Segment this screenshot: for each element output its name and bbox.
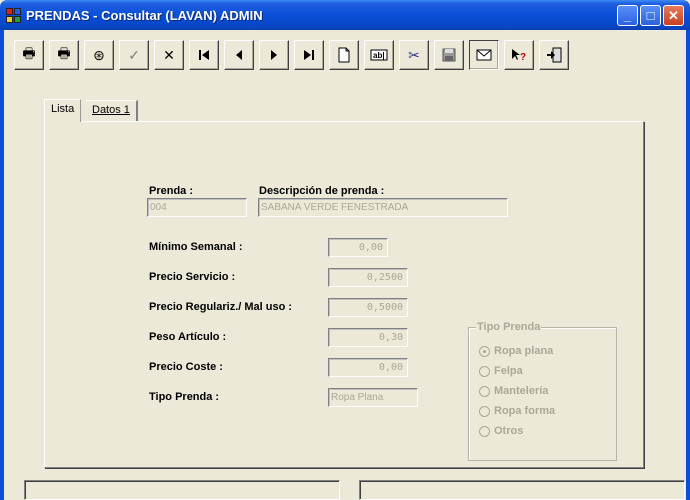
- radio-ropa-plana-label: Ropa plana: [494, 345, 554, 357]
- next-record-button[interactable]: [259, 40, 289, 70]
- search-button[interactable]: ⊛: [84, 40, 114, 70]
- svg-text:?: ?: [520, 52, 526, 63]
- next-record-icon: [271, 50, 277, 60]
- radio-manteleria-label: Mantelería: [494, 385, 549, 397]
- precio-coste-field[interactable]: 0,00: [328, 358, 408, 377]
- prenda-label: Prenda :: [149, 185, 194, 197]
- minimize-button[interactable]: _: [617, 5, 638, 26]
- exit-icon: [547, 47, 562, 63]
- svg-text:ab|: ab|: [373, 51, 385, 60]
- minimo-semanal-field[interactable]: 0,00: [328, 238, 388, 257]
- new-document-icon: [338, 47, 350, 63]
- window-frame-left: [0, 30, 4, 500]
- previous-record-icon: [236, 50, 242, 60]
- tab-datos-1-label: Datos 1: [92, 104, 130, 116]
- maximize-icon: □: [646, 8, 655, 23]
- mail-icon: [476, 49, 492, 61]
- last-record-button[interactable]: [294, 40, 324, 70]
- precio-servicio-field[interactable]: 0,2500: [328, 268, 408, 287]
- descripcion-field[interactable]: SABANA VERDE FENESTRADA: [258, 198, 508, 217]
- radio-felpa-label: Felpa: [494, 365, 523, 377]
- accept-button[interactable]: ✓: [119, 40, 149, 70]
- scissors-icon: ✂: [408, 46, 420, 63]
- peso-articulo-label: Peso Artículo :: [149, 331, 227, 343]
- binoculars-icon: ⊛: [93, 46, 105, 63]
- last-record-icon: [304, 50, 314, 60]
- edit-field-icon: ab|: [370, 49, 388, 61]
- tab-lista[interactable]: Lista: [44, 99, 82, 122]
- radio-icon: [479, 426, 490, 437]
- tipo-prenda-group-title: Tipo Prenda: [476, 321, 542, 333]
- tipo-prenda-label: Tipo Prenda :: [149, 391, 220, 403]
- tipo-prenda-field[interactable]: Ropa Plana: [328, 388, 418, 407]
- tab-lista-label: Lista: [51, 103, 75, 115]
- app-icon[interactable]: [6, 8, 22, 24]
- precio-regulariz-label: Precio Regulariz./ Mal uso :: [149, 301, 293, 313]
- save-button[interactable]: [434, 40, 464, 70]
- precio-coste-label: Precio Coste :: [149, 361, 223, 373]
- previous-record-button[interactable]: [224, 40, 254, 70]
- cut-button[interactable]: ✂: [399, 40, 429, 70]
- print-button[interactable]: 🖶: [14, 40, 44, 70]
- print-preview-icon: 🖶: [57, 45, 71, 61]
- save-icon: [442, 48, 456, 62]
- minimize-icon: _: [623, 8, 632, 23]
- check-icon: ✓: [128, 46, 140, 63]
- cancel-icon: ✕: [163, 46, 175, 63]
- tab-datos-1[interactable]: Datos 1: [86, 100, 138, 121]
- close-button[interactable]: ✕: [663, 5, 684, 26]
- first-record-icon: [199, 50, 209, 60]
- peso-articulo-field[interactable]: 0,30: [328, 328, 408, 347]
- minimo-semanal-label: Mínimo Semanal :: [149, 241, 243, 253]
- radio-icon: [479, 386, 490, 397]
- first-record-button[interactable]: [189, 40, 219, 70]
- cancel-button[interactable]: ✕: [154, 40, 184, 70]
- exit-button[interactable]: [539, 40, 569, 70]
- window-frame-right: [686, 30, 690, 500]
- print-icon: 🖶: [22, 45, 36, 61]
- close-icon: ✕: [668, 8, 679, 23]
- prenda-field[interactable]: 004: [147, 198, 247, 217]
- radio-ropa-forma-label: Ropa forma: [494, 405, 556, 417]
- new-record-button[interactable]: [329, 40, 359, 70]
- window-title: PRENDAS - Consultar (LAVAN) ADMIN: [26, 8, 263, 23]
- edit-field-button[interactable]: ab|: [364, 40, 394, 70]
- status-panel-left: [24, 480, 340, 500]
- radio-selected-icon: [479, 346, 490, 357]
- descripcion-label: Descripción de prenda :: [259, 185, 385, 197]
- radio-icon: [479, 366, 490, 377]
- print-preview-button[interactable]: 🖶: [49, 40, 79, 70]
- help-icon: ?: [512, 49, 526, 63]
- status-panel-right: [359, 480, 685, 500]
- help-button[interactable]: ?: [504, 40, 534, 70]
- mail-button[interactable]: [469, 40, 499, 70]
- radio-icon: [479, 406, 490, 417]
- maximize-button[interactable]: □: [640, 5, 661, 26]
- radio-otros-label: Otros: [494, 425, 524, 437]
- precio-regulariz-field[interactable]: 0,5000: [328, 298, 408, 317]
- title-bar: PRENDAS - Consultar (LAVAN) ADMIN _ □ ✕: [0, 0, 690, 30]
- precio-servicio-label: Precio Servicio :: [149, 271, 236, 283]
